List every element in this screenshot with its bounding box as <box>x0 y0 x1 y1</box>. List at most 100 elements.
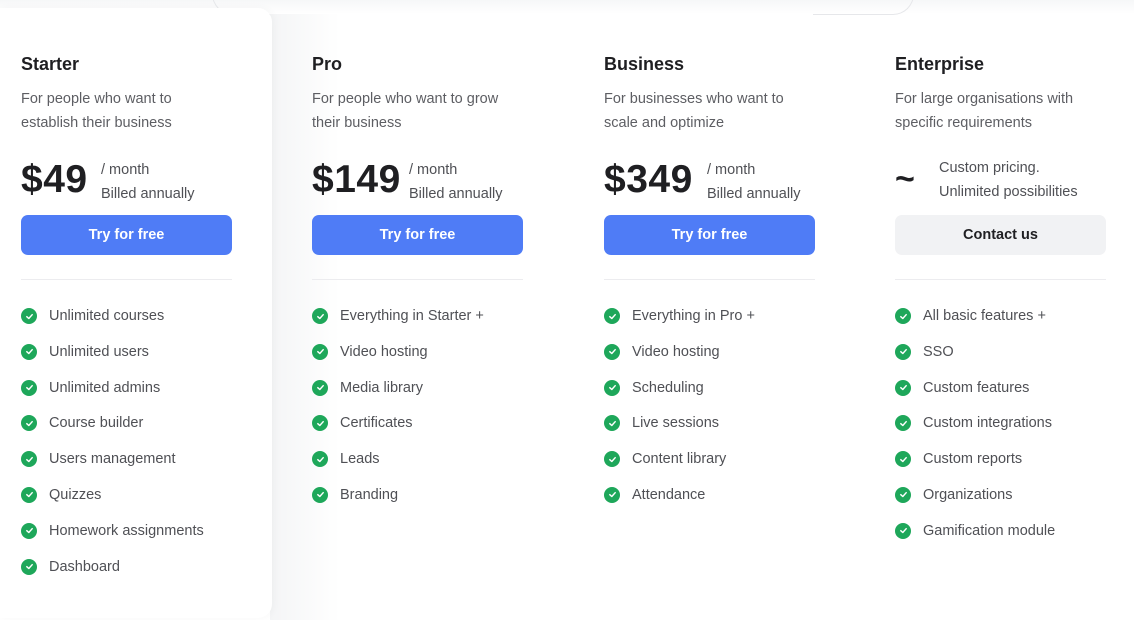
check-circle-icon <box>895 308 911 324</box>
feature-item: Content library <box>604 448 755 484</box>
feature-label: Unlimited users <box>49 343 149 360</box>
check-circle-icon <box>895 343 911 360</box>
divider <box>895 279 1106 280</box>
feature-item: Unlimited users <box>21 341 204 377</box>
feature-label: Quizzes <box>49 486 102 503</box>
price-note: / month Billed annually <box>707 158 801 206</box>
check-circle-icon <box>312 415 328 432</box>
feature-list: All basic features + SSO Custom features Cu… <box>895 305 1055 556</box>
feature-item: Unlimited courses <box>21 305 204 341</box>
feature-label: Custom features <box>923 379 1030 396</box>
feature-label: Attendance <box>632 486 706 503</box>
check-circle-icon <box>604 415 620 432</box>
plan-name: Starter <box>21 54 80 74</box>
plan-price: $149 <box>312 158 401 201</box>
feature-label: Unlimited courses <box>49 308 165 324</box>
feature-item: Unlimited admins <box>21 377 204 413</box>
try-for-free-button[interactable]: Try for free <box>21 215 232 255</box>
plan-description: For people who want to grow their busine… <box>312 91 499 131</box>
feature-item: Homework assignments <box>21 520 204 556</box>
feature-item: Everything in Pro + <box>604 305 755 341</box>
feature-label: Media library <box>340 379 423 396</box>
billing-note: Billed annually <box>707 186 801 202</box>
feature-label: Branding <box>340 486 399 503</box>
plan-name: Pro <box>312 54 343 74</box>
feature-item: Dashboard <box>21 556 204 592</box>
divider <box>604 279 815 280</box>
feature-label: Organizations <box>923 486 1013 503</box>
plan-name: Enterprise <box>895 54 985 74</box>
feature-label: Dashboard <box>49 558 120 575</box>
price-period: / month <box>101 162 150 178</box>
feature-label: All basic features + <box>923 308 1046 324</box>
feature-item: All basic features + <box>895 305 1055 341</box>
feature-item: Course builder <box>21 412 204 448</box>
feature-label: Gamification module <box>923 522 1056 539</box>
plan-price: $349 <box>604 158 693 201</box>
check-circle-icon <box>21 415 37 432</box>
check-circle-icon <box>21 451 37 468</box>
feature-label: Unlimited admins <box>49 379 161 396</box>
contact-us-button[interactable]: Contact us <box>895 215 1106 255</box>
try-for-free-button[interactable]: Try for free <box>312 215 523 255</box>
feature-item: Video hosting <box>312 341 484 377</box>
feature-label: Custom reports <box>923 451 1023 468</box>
custom-pricing-text: Custom pricing. <box>939 160 1040 176</box>
check-circle-icon <box>21 379 37 396</box>
feature-label: Live sessions <box>632 415 720 432</box>
plan-name: Business <box>604 54 685 74</box>
feature-item: Attendance <box>604 484 755 520</box>
check-circle-icon <box>604 451 620 468</box>
divider <box>21 279 232 280</box>
feature-label: SSO <box>923 343 954 360</box>
feature-label: Certificates <box>340 415 413 432</box>
check-circle-icon <box>312 379 328 396</box>
plan-description: For people who want to establish their b… <box>21 91 172 131</box>
price-note: Custom pricing. Unlimited possibilities <box>939 156 1078 204</box>
check-circle-icon <box>895 451 911 468</box>
feature-item: Video hosting <box>604 341 755 377</box>
check-circle-icon <box>21 308 37 324</box>
feature-item: SSO <box>895 341 1055 377</box>
price-period: / month <box>707 162 756 178</box>
try-for-free-button[interactable]: Try for free <box>604 215 815 255</box>
custom-price-symbol: ~ <box>895 160 915 198</box>
feature-item: Scheduling <box>604 377 755 413</box>
feature-item: Live sessions <box>604 412 755 448</box>
feature-label: Video hosting <box>632 343 720 360</box>
check-circle-icon <box>604 379 620 396</box>
feature-item: Organizations <box>895 484 1055 520</box>
check-circle-icon <box>21 558 37 575</box>
feature-label: Course builder <box>49 415 144 432</box>
feature-item: Custom features <box>895 377 1055 413</box>
divider <box>312 279 523 280</box>
check-circle-icon <box>21 486 37 503</box>
check-circle-icon <box>895 486 911 503</box>
price-period: / month <box>409 162 458 178</box>
check-circle-icon <box>604 308 620 324</box>
feature-list: Unlimited courses Unlimited users Unlimite… <box>21 305 204 591</box>
price-note: / month Billed annually <box>409 158 503 206</box>
feature-label: Users management <box>49 451 176 468</box>
unlimited-possibilities-text: Unlimited possibilities <box>939 184 1078 200</box>
feature-item: Custom reports <box>895 448 1055 484</box>
feature-label: Homework assignments <box>49 522 204 539</box>
feature-item: Custom integrations <box>895 412 1055 448</box>
check-circle-icon <box>21 343 37 360</box>
price-note: / month Billed annually <box>101 158 195 206</box>
feature-label: Leads <box>340 451 380 468</box>
check-circle-icon <box>21 522 37 539</box>
feature-label: Everything in Starter + <box>340 308 484 324</box>
feature-label: Scheduling <box>632 379 704 396</box>
check-circle-icon <box>895 379 911 396</box>
billing-note: Billed annually <box>101 186 195 202</box>
plan-description: For large organisations with specific re… <box>895 91 1074 131</box>
check-circle-icon <box>895 522 911 539</box>
feature-item: Branding <box>312 484 484 520</box>
check-circle-icon <box>604 343 620 360</box>
check-circle-icon <box>312 486 328 503</box>
feature-item: Leads <box>312 448 484 484</box>
feature-item: Everything in Starter + <box>312 305 484 341</box>
decorative-arc <box>813 0 914 15</box>
feature-label: Everything in Pro + <box>632 308 755 324</box>
